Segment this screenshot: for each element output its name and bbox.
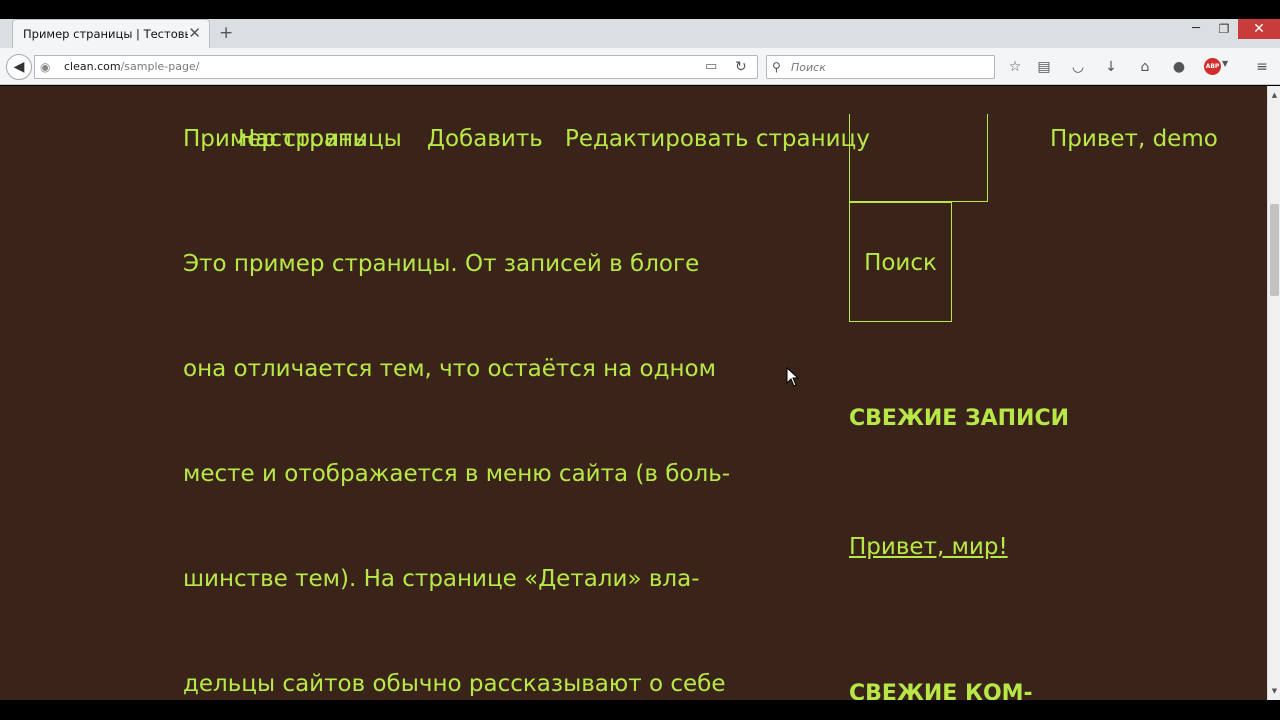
bookmarks-list-icon[interactable]: ▤ (1033, 56, 1055, 78)
screen-bottom-border (0, 700, 1280, 720)
search-icon: ⚲ (772, 60, 781, 74)
pocket-icon[interactable]: ◡ (1067, 56, 1089, 78)
content-line: шинстве тем). На странице «Детали» вла- (183, 566, 700, 592)
content-line: дельцы сайтов обычно рассказывают о себе (183, 671, 726, 697)
tab-title: Пример страницы | Тестовы... (23, 27, 188, 41)
home-icon[interactable]: ⌂ (1134, 56, 1156, 78)
restore-icon[interactable]: ❐ (1210, 19, 1238, 39)
sidebar-search-input[interactable] (849, 114, 988, 202)
screen-top-border (0, 0, 1280, 19)
scroll-up-icon[interactable]: ▲ (1268, 88, 1280, 102)
content-line: Это пример страницы. От записей в блоге (183, 251, 700, 277)
url-host: clean.com (64, 60, 121, 73)
back-arrow-icon: ◀ (13, 59, 25, 75)
admin-edit-page-link[interactable]: Редактировать страницу (565, 126, 870, 152)
site-info-icon[interactable]: ◉ (40, 59, 50, 75)
adblock-icon[interactable]: ABP (1204, 58, 1221, 75)
close-tab-icon[interactable]: ✕ (188, 25, 201, 41)
url-path: /sample-page/ (120, 60, 200, 73)
recent-posts-heading: СВЕЖИЕ ЗАПИСИ (849, 406, 1070, 431)
chat-icon[interactable]: ● (1168, 56, 1190, 78)
scroll-down-icon[interactable]: ▼ (1268, 684, 1280, 698)
recent-post-link[interactable]: Привет, мир! (849, 534, 1008, 560)
tab-sample-page[interactable]: Пример страницы | Тестовы... ✕ (12, 19, 210, 48)
recent-comments-heading: СВЕЖИЕ КОМ- (849, 681, 1033, 700)
page-content: Пример страницы Настроить Добавить Редак… (0, 86, 1267, 700)
admin-greeting[interactable]: Привет, demo (1050, 126, 1218, 152)
url-text: clean.com/sample-page/ (64, 60, 199, 73)
admin-customize-link[interactable]: Настроить (238, 126, 366, 152)
menu-icon[interactable]: ≡ (1251, 56, 1273, 78)
scrollbar-thumb[interactable] (1270, 204, 1279, 296)
adblock-dropdown-icon[interactable]: ▼ (1222, 59, 1228, 68)
content-line: она отличается тем, что остаётся на одно… (183, 356, 716, 382)
reader-view-icon[interactable]: ▭ (705, 58, 717, 76)
bookmark-star-icon[interactable]: ☆ (1004, 56, 1026, 78)
vertical-scrollbar[interactable]: ▲ ▼ (1267, 86, 1280, 700)
mouse-cursor-icon (786, 367, 800, 387)
address-bar[interactable]: ◉ clean.com/sample-page/ ▭ ↻ (34, 55, 758, 79)
reload-icon[interactable]: ↻ (735, 58, 747, 76)
tab-bar: Пример страницы | Тестовы... ✕ + ─ ❐ ✕ (0, 19, 1280, 48)
navigation-bar: ◀ ◉ clean.com/sample-page/ ▭ ↻ ⚲ Поиск ☆… (0, 48, 1280, 85)
sidebar-search-button[interactable]: Поиск (849, 202, 952, 322)
downloads-icon[interactable]: ↓ (1100, 56, 1122, 78)
new-tab-icon[interactable]: + (219, 23, 233, 43)
back-button[interactable]: ◀ (6, 54, 32, 80)
window-close-icon[interactable]: ✕ (1238, 19, 1280, 39)
admin-add-link[interactable]: Добавить (427, 126, 543, 152)
content-line: месте и отображается в меню сайта (в бол… (183, 461, 731, 487)
minimize-icon[interactable]: ─ (1182, 19, 1210, 39)
search-placeholder: Поиск (791, 61, 826, 74)
search-box[interactable]: ⚲ Поиск (766, 55, 995, 79)
